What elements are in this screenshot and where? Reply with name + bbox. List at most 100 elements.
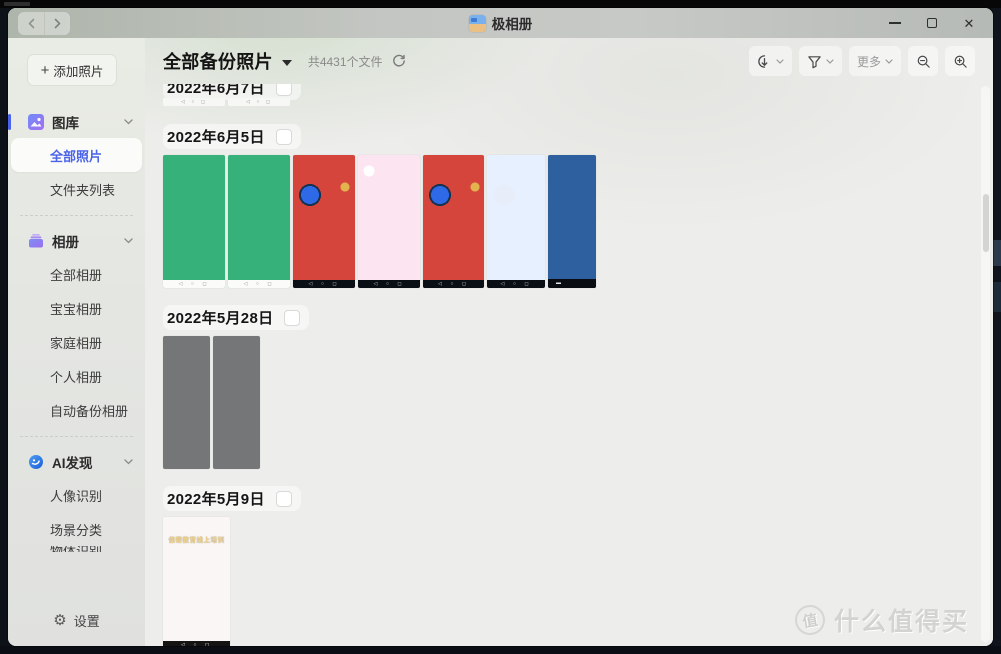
sidebar-item-baby-album[interactable]: 宝宝相册 <box>8 291 145 325</box>
zoom-out-button[interactable] <box>908 46 938 76</box>
history-nav <box>18 12 70 35</box>
date-header: 2022年5月9日 <box>167 488 265 509</box>
sidebar: + 添加照片 图库 全部照片 文件夹列表 <box>8 38 145 646</box>
watermark-badge: 值 <box>793 603 828 638</box>
forward-button[interactable] <box>44 12 70 35</box>
group-checkbox[interactable] <box>284 310 300 326</box>
photo-thumbnail[interactable]: 保密教育线上培训 <box>163 517 230 646</box>
filter-button[interactable] <box>799 46 842 76</box>
page-title[interactable]: 全部备份照片 <box>163 48 273 74</box>
section-label: 相册 <box>52 231 79 251</box>
group-checkbox[interactable] <box>276 491 292 507</box>
photo-thumbnail-sliver[interactable] <box>228 98 290 106</box>
sidebar-section-ai-discovery[interactable]: AI发现 <box>8 446 145 478</box>
zoom-in-button[interactable] <box>945 46 975 76</box>
app-title: 极相册 <box>492 13 533 33</box>
main-content: 全部备份照片 共4431个文件 更多 <box>145 38 993 646</box>
chevron-down-icon <box>124 238 133 244</box>
date-header: 2022年5月28日 <box>167 307 273 328</box>
more-label: 更多 <box>857 53 881 70</box>
date-header: 2022年6月5日 <box>167 126 265 147</box>
desktop-bottom-strip <box>0 646 1001 654</box>
sidebar-item-family-album[interactable]: 家庭相册 <box>8 325 145 359</box>
maximize-button[interactable] <box>924 15 940 31</box>
photo-thumbnail[interactable] <box>487 155 545 288</box>
sort-icon <box>757 54 772 69</box>
date-group: 2022年6月5日 <box>163 124 975 288</box>
sidebar-section-albums[interactable]: 相册 <box>8 225 145 257</box>
filter-icon <box>807 54 822 69</box>
photo-thumbnail-sliver[interactable] <box>163 98 225 106</box>
date-header: 2022年6月7日 <box>167 84 265 98</box>
caret-down-icon[interactable] <box>282 60 292 66</box>
sidebar-section-gallery[interactable]: 图库 <box>8 106 145 138</box>
app-window: 极相册 ✕ + 添加照片 图库 全部照片 文件夹列表 <box>8 8 993 646</box>
divider <box>20 436 133 437</box>
scrollbar[interactable] <box>981 86 990 642</box>
date-group-partial: 2022年6月7日 <box>163 84 975 95</box>
titlebar: 极相册 ✕ <box>8 8 993 38</box>
group-checkbox[interactable] <box>276 84 292 96</box>
add-photos-button[interactable]: + 添加照片 <box>28 55 116 85</box>
refresh-icon <box>392 54 406 68</box>
sort-button[interactable] <box>749 46 792 76</box>
plus-icon: + <box>41 63 50 78</box>
close-button[interactable]: ✕ <box>961 15 977 31</box>
watermark-text: 什么值得买 <box>834 602 969 638</box>
chevron-down-icon <box>885 59 893 64</box>
sidebar-item-auto-backup-album[interactable]: 自动备份相册 <box>8 393 145 427</box>
background-window-band <box>993 282 1001 312</box>
divider <box>20 215 133 216</box>
active-section-indicator <box>8 114 11 130</box>
photo-row <box>163 155 975 288</box>
sidebar-item-scene-classification[interactable]: 场景分类 <box>8 512 145 546</box>
sidebar-item-all-photos[interactable]: 全部照片 <box>11 138 142 172</box>
photo-thumbnail[interactable] <box>213 336 260 469</box>
chevron-down-icon <box>826 59 834 64</box>
section-label: AI发现 <box>52 452 93 472</box>
maximize-icon <box>927 18 937 28</box>
desktop-right-strip <box>993 8 1001 646</box>
chevron-down-icon <box>124 459 133 465</box>
scrollbar-thumb[interactable] <box>983 194 989 252</box>
date-group: 2022年5月28日 <box>163 305 975 469</box>
photo-thumbnail[interactable] <box>163 155 225 288</box>
settings-button[interactable]: ⚙ 设置 <box>8 611 145 630</box>
sidebar-item-clipped[interactable]: 物体识别 <box>8 546 145 552</box>
sidebar-item-folder-list[interactable]: 文件夹列表 <box>8 172 145 206</box>
chevron-left-icon <box>27 18 36 29</box>
ai-discovery-icon <box>28 454 44 470</box>
chevron-right-icon <box>53 18 62 29</box>
photo-scroll-area[interactable]: 2022年6月7日 2022年6月5日 2022年5月28日 <box>145 84 993 646</box>
sidebar-item-face-recognition[interactable]: 人像识别 <box>8 478 145 512</box>
photo-thumbnail[interactable] <box>163 336 210 469</box>
photo-thumbnail[interactable] <box>423 155 484 288</box>
minimize-button[interactable] <box>887 15 903 31</box>
desktop-top-strip <box>0 0 1001 8</box>
close-icon: ✕ <box>964 17 975 30</box>
gallery-icon <box>28 114 44 130</box>
watermark: 值 什么值得买 <box>795 602 969 638</box>
photo-thumbnail[interactable] <box>548 155 596 288</box>
chevron-down-icon <box>776 59 784 64</box>
gear-icon: ⚙ <box>53 613 66 628</box>
photo-thumbnail[interactable] <box>293 155 355 288</box>
settings-label: 设置 <box>74 611 100 630</box>
photo-thumbnail[interactable] <box>228 155 290 288</box>
background-window-band <box>993 240 1001 266</box>
back-button[interactable] <box>18 12 44 35</box>
chevron-down-icon <box>124 119 133 125</box>
group-checkbox[interactable] <box>276 129 292 145</box>
sidebar-item-personal-album[interactable]: 个人相册 <box>8 359 145 393</box>
photo-thumbnail[interactable] <box>358 155 420 288</box>
sidebar-item-all-albums[interactable]: 全部相册 <box>8 257 145 291</box>
zoom-out-icon <box>916 54 931 69</box>
toolbar: 更多 <box>749 46 975 76</box>
refresh-button[interactable] <box>392 54 406 68</box>
more-button[interactable]: 更多 <box>849 46 901 76</box>
add-photos-label: 添加照片 <box>53 61 103 80</box>
photo-row <box>163 336 975 469</box>
thumbnail-slivers <box>163 98 975 106</box>
main-header: 全部备份照片 共4431个文件 更多 <box>145 38 993 84</box>
app-logo-icon <box>469 15 486 32</box>
